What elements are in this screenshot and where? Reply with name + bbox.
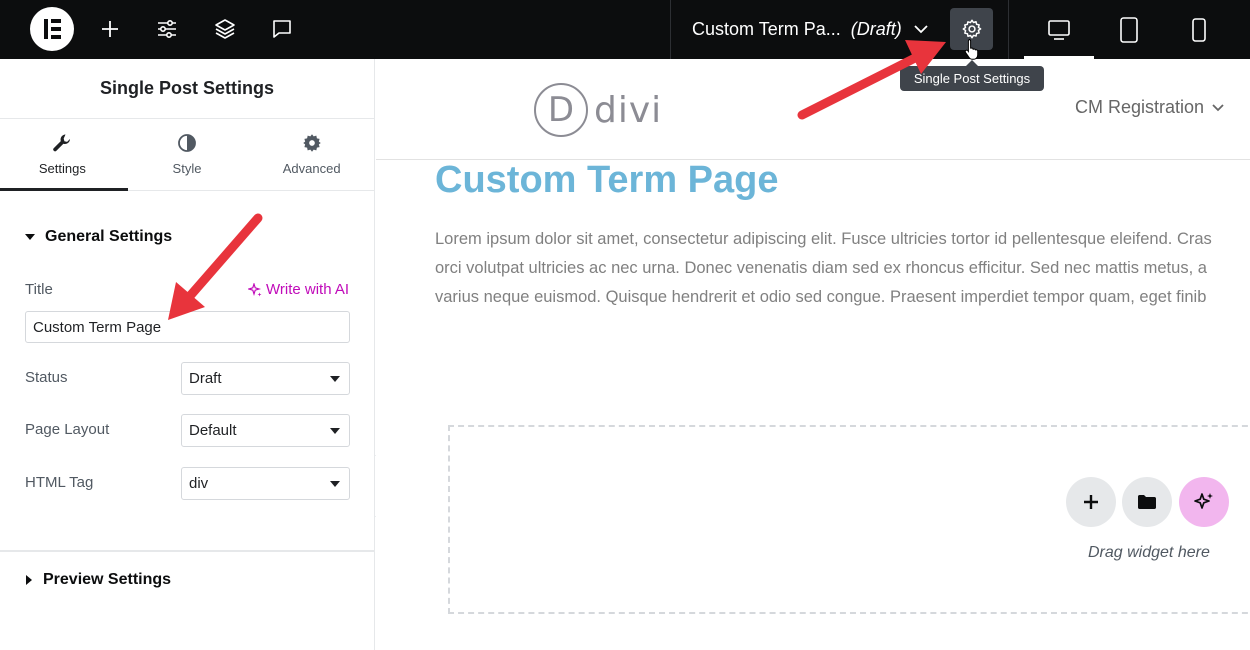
topbar-divider bbox=[1008, 0, 1009, 59]
panel-tabs: Settings Style Advanced bbox=[0, 119, 374, 191]
structure-button[interactable] bbox=[207, 12, 243, 46]
chevron-down-icon bbox=[914, 25, 928, 34]
drop-zone-hint: Drag widget here bbox=[1088, 544, 1210, 561]
plus-icon bbox=[1084, 495, 1098, 509]
page-layout-label: Page Layout bbox=[25, 421, 110, 438]
device-tablet-button[interactable] bbox=[1094, 0, 1164, 59]
folder-icon bbox=[1138, 495, 1156, 509]
elementor-logo-icon[interactable] bbox=[30, 7, 74, 51]
chevron-down-icon bbox=[1212, 103, 1224, 111]
tab-style-label: Style bbox=[172, 161, 202, 176]
status-select[interactable]: Draft bbox=[181, 362, 350, 395]
title-input[interactable]: Custom Term Page bbox=[25, 311, 350, 343]
document-title: Custom Term Pa... bbox=[692, 18, 841, 39]
tab-settings[interactable]: Settings bbox=[0, 119, 128, 191]
paragraph-line: varius neque euismod. Quisque hendrerit … bbox=[435, 288, 1207, 306]
layers-icon bbox=[215, 19, 235, 39]
desktop-icon bbox=[1048, 19, 1070, 40]
page-preview: D divi CM Registration Custom Term Page … bbox=[376, 59, 1250, 650]
divi-logo-text: divi bbox=[594, 89, 663, 131]
tab-advanced[interactable]: Advanced bbox=[249, 119, 374, 190]
add-template-button[interactable] bbox=[1122, 477, 1172, 527]
page-heading: Custom Term Page bbox=[435, 159, 779, 201]
body-paragraph: Lorem ipsum dolor sit amet, consectetur … bbox=[435, 225, 1250, 312]
page-layout-value: Default bbox=[189, 422, 237, 439]
general-settings-toggle[interactable]: General Settings bbox=[25, 228, 172, 246]
sliders-icon bbox=[158, 19, 176, 39]
add-section-button[interactable] bbox=[1066, 477, 1116, 527]
paragraph-line: orci volutpat ultricies ac nec urna. Don… bbox=[435, 259, 1207, 277]
section-divider bbox=[0, 550, 375, 552]
device-mobile-button[interactable] bbox=[1164, 0, 1234, 59]
editor-topbar: Custom Term Pa... (Draft) bbox=[0, 0, 1250, 59]
caret-down-icon bbox=[330, 427, 340, 434]
tab-advanced-label: Advanced bbox=[282, 161, 341, 176]
mobile-icon bbox=[1192, 17, 1206, 42]
divi-logo-mark: D bbox=[534, 83, 588, 137]
caret-down-icon bbox=[25, 234, 35, 240]
add-element-button[interactable] bbox=[92, 12, 128, 46]
gear-icon bbox=[962, 19, 981, 39]
ai-generate-button[interactable] bbox=[1179, 477, 1229, 527]
half-circle-icon bbox=[178, 134, 196, 152]
status-value: Draft bbox=[189, 370, 222, 387]
site-logo[interactable]: D divi bbox=[534, 83, 662, 137]
paragraph-line: Lorem ipsum dolor sit amet, consectetur … bbox=[435, 230, 1212, 248]
device-desktop-button[interactable] bbox=[1024, 0, 1094, 59]
page-layout-select[interactable]: Default bbox=[181, 414, 350, 447]
nav-menu-label: CM Registration bbox=[1075, 97, 1205, 117]
write-with-ai-button[interactable]: Write with AI bbox=[248, 281, 349, 298]
write-with-ai-label: Write with AI bbox=[266, 281, 350, 298]
sparkle-icon bbox=[248, 282, 262, 296]
html-tag-value: div bbox=[189, 475, 209, 492]
html-tag-select[interactable]: div bbox=[181, 467, 350, 500]
status-label: Status bbox=[25, 369, 68, 386]
tab-style[interactable]: Style bbox=[125, 119, 250, 190]
html-tag-label: HTML Tag bbox=[25, 474, 94, 491]
notes-button[interactable] bbox=[264, 12, 300, 46]
preview-settings-heading: Preview Settings bbox=[43, 571, 172, 588]
hand-cursor-icon bbox=[964, 39, 979, 60]
panel-title: Single Post Settings bbox=[0, 59, 374, 119]
topbar-divider bbox=[670, 0, 671, 59]
preview-settings-toggle[interactable]: Preview Settings bbox=[25, 571, 171, 589]
caret-down-icon bbox=[330, 480, 340, 487]
nav-menu-item[interactable]: CM Registration bbox=[1075, 97, 1224, 118]
sparkle-icon bbox=[1194, 493, 1213, 509]
comment-icon bbox=[273, 20, 291, 38]
caret-down-icon bbox=[330, 375, 340, 382]
tab-settings-label: Settings bbox=[38, 161, 86, 176]
plus-icon bbox=[102, 21, 118, 37]
document-status: (Draft) bbox=[850, 18, 902, 39]
site-settings-button[interactable] bbox=[149, 12, 185, 46]
general-settings-heading: General Settings bbox=[45, 228, 173, 245]
caret-right-icon bbox=[26, 575, 32, 585]
site-header: D divi CM Registration bbox=[376, 59, 1250, 160]
wrench-icon bbox=[53, 134, 71, 152]
title-label: Title bbox=[25, 281, 53, 298]
settings-panel: Single Post Settings Settings Style Adva… bbox=[0, 59, 375, 650]
tablet-icon bbox=[1120, 16, 1138, 43]
cog-icon bbox=[302, 134, 321, 152]
settings-tooltip: Single Post Settings bbox=[900, 60, 1044, 91]
document-title-dropdown[interactable]: Custom Term Pa... (Draft) bbox=[692, 17, 928, 41]
